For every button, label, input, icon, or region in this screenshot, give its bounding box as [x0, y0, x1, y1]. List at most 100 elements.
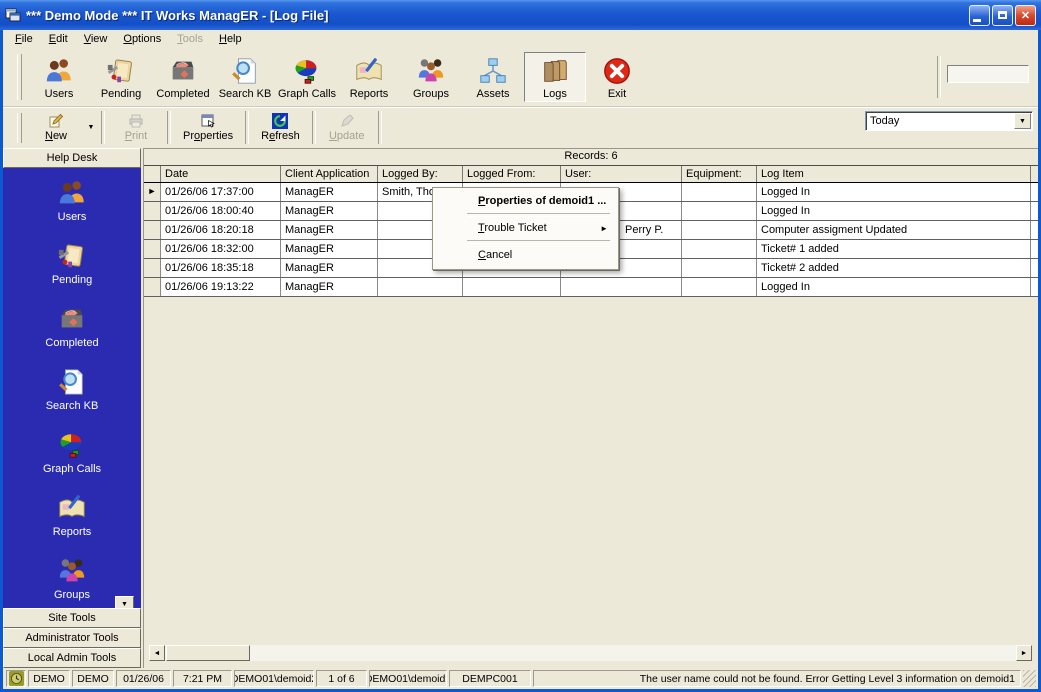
- completed-icon: [57, 304, 87, 334]
- sidebar-item-search-kb[interactable]: Search KB: [3, 367, 141, 430]
- column-header-client-application[interactable]: Client Application: [281, 166, 378, 182]
- context-menu-item-properties-of-demoid1[interactable]: Properties of demoid1 ...: [433, 191, 618, 212]
- cell-equipment: [682, 240, 757, 258]
- column-header-equipment[interactable]: Equipment:: [682, 166, 757, 182]
- toolbar-grip[interactable]: [17, 54, 22, 100]
- minimize-button[interactable]: [969, 4, 990, 26]
- row-selector[interactable]: [144, 202, 161, 220]
- row-selector[interactable]: [144, 221, 161, 239]
- reports-icon: [354, 56, 384, 86]
- toolbar-separator: [377, 111, 382, 144]
- sidebar-group-help-desk[interactable]: Help Desk: [3, 148, 141, 168]
- cell-date: 01/26/06 18:00:40: [161, 202, 281, 220]
- table-header-row: Date Client Application Logged By: Logged F…: [144, 166, 1038, 183]
- scrollbar-thumb[interactable]: [166, 645, 250, 661]
- cell-client-application: ManagER: [281, 221, 378, 239]
- sidebar-item-graph-calls[interactable]: Graph Calls: [3, 430, 141, 493]
- column-header-logged-by[interactable]: Logged By:: [378, 166, 463, 182]
- update-icon: [339, 113, 355, 129]
- maximize-button[interactable]: [992, 4, 1013, 26]
- sidebar-item-completed[interactable]: Completed: [3, 304, 141, 367]
- sidebar-group-site-tools[interactable]: Site Tools: [3, 608, 141, 628]
- toolbar-button-pending[interactable]: Pending: [90, 52, 152, 102]
- date-filter-combobox[interactable]: Today ▼: [865, 111, 1033, 131]
- context-menu-item-cancel[interactable]: Cancel: [433, 245, 618, 266]
- toolbar-button-graph-calls[interactable]: Graph Calls: [276, 52, 338, 102]
- sidebar-group-local-admin-tools[interactable]: Local Admin Tools: [3, 648, 141, 668]
- toolbar-button-label: Graph Calls: [277, 88, 337, 100]
- close-button[interactable]: ✕: [1015, 4, 1036, 26]
- print-icon: [128, 113, 144, 129]
- toolbar-button-logs[interactable]: Logs: [524, 52, 586, 102]
- chevron-down-icon[interactable]: ▼: [1014, 113, 1031, 129]
- menu-file[interactable]: File: [7, 31, 41, 48]
- cell-equipment: [682, 221, 757, 239]
- groups-icon: [416, 56, 446, 86]
- toolbar-button-reports[interactable]: Reports: [338, 52, 400, 102]
- scroll-left-icon[interactable]: ◄: [149, 645, 165, 661]
- sidebar-item-reports[interactable]: Reports: [3, 493, 141, 556]
- action-refresh-button[interactable]: Refresh: [252, 111, 309, 144]
- scroll-right-icon[interactable]: ►: [1016, 645, 1032, 661]
- toolbar-button-label: Logs: [543, 88, 567, 100]
- window-border-left: [0, 30, 3, 692]
- toolbar-button-label: Search KB: [218, 88, 272, 100]
- exit-icon: [602, 56, 632, 86]
- toolbar-button-assets[interactable]: Assets: [462, 52, 524, 102]
- column-header-log-item[interactable]: Log Item: [757, 166, 1031, 182]
- status-cell-5: 1 of 6: [316, 670, 367, 687]
- cell-client-application: ManagER: [281, 202, 378, 220]
- action-properties-button[interactable]: Properties: [174, 111, 242, 144]
- cell-date: 01/26/06 18:20:18: [161, 221, 281, 239]
- cell-date: 01/26/06 18:35:18: [161, 259, 281, 277]
- chevron-down-icon[interactable]: ▼: [84, 111, 98, 144]
- cell-log-item: Logged In: [757, 202, 1031, 220]
- menu-separator: [467, 213, 610, 217]
- horizontal-scrollbar[interactable]: ◄ ►: [149, 645, 1032, 661]
- cell-log-item: Computer assigment Updated: [757, 221, 1031, 239]
- status-cell-0: DEMO: [28, 670, 70, 687]
- row-selector[interactable]: [144, 259, 161, 277]
- row-selector[interactable]: [144, 278, 161, 296]
- column-header-date[interactable]: Date: [161, 166, 281, 182]
- sidebar-group-administrator-tools[interactable]: Administrator Tools: [3, 628, 141, 648]
- row-selector[interactable]: [144, 240, 161, 258]
- help-desk-panel: Users Pending Completed Search KB Graph Call…: [3, 168, 141, 608]
- context-menu-item-trouble-ticket[interactable]: Trouble Ticket ►: [433, 218, 618, 239]
- toolbar-grip[interactable]: [17, 112, 22, 143]
- logs-icon: [540, 56, 570, 86]
- menu-edit[interactable]: Edit: [41, 31, 76, 48]
- cell-client-application: ManagER: [281, 259, 378, 277]
- main-toolbar: Users Pending Completed Search KB Graph Call…: [3, 48, 1038, 107]
- graph-calls-icon: [57, 430, 87, 460]
- status-cell-4: DEMO01\demoid2: [234, 670, 314, 687]
- sidebar-item-users[interactable]: Users: [3, 178, 141, 241]
- toolbar-button-exit[interactable]: Exit: [586, 52, 648, 102]
- graph-calls-icon: [292, 56, 322, 86]
- toolbar-button-completed[interactable]: Completed: [152, 52, 214, 102]
- menu-options[interactable]: Options: [115, 31, 169, 48]
- action-new-button[interactable]: New ▼: [28, 111, 98, 144]
- toolbar-button-label: Users: [44, 88, 74, 100]
- menu-help[interactable]: Help: [211, 31, 250, 48]
- toolbar-button-users[interactable]: Users: [28, 52, 90, 102]
- toolbar-status-box: [947, 65, 1029, 83]
- cell-log-item: Logged In: [757, 278, 1031, 296]
- cell-equipment: [682, 278, 757, 296]
- toolbar-button-search-kb[interactable]: Search KB: [214, 52, 276, 102]
- sidebar-item-label: Groups: [53, 589, 91, 601]
- menu-bar: File Edit View Options Tools Help: [3, 30, 1038, 48]
- table-row[interactable]: 01/26/06 19:13:22 ManagER Logged In: [144, 278, 1038, 297]
- menu-view[interactable]: View: [76, 31, 116, 48]
- cell-log-item: Logged In: [757, 183, 1031, 201]
- sidebar-item-label: Reports: [52, 526, 92, 538]
- sidebar-item-label: Users: [57, 211, 87, 223]
- chevron-down-icon[interactable]: ▼: [115, 596, 134, 608]
- sidebar-item-pending[interactable]: Pending: [3, 241, 141, 304]
- toolbar-button-groups[interactable]: Groups: [400, 52, 462, 102]
- column-header-user[interactable]: User:: [561, 166, 682, 182]
- resize-grip[interactable]: [1023, 670, 1036, 687]
- selected-row-arrow-icon[interactable]: ►: [144, 183, 161, 201]
- status-cell-1: DEMO: [72, 670, 114, 687]
- column-header-logged-from[interactable]: Logged From:: [463, 166, 561, 182]
